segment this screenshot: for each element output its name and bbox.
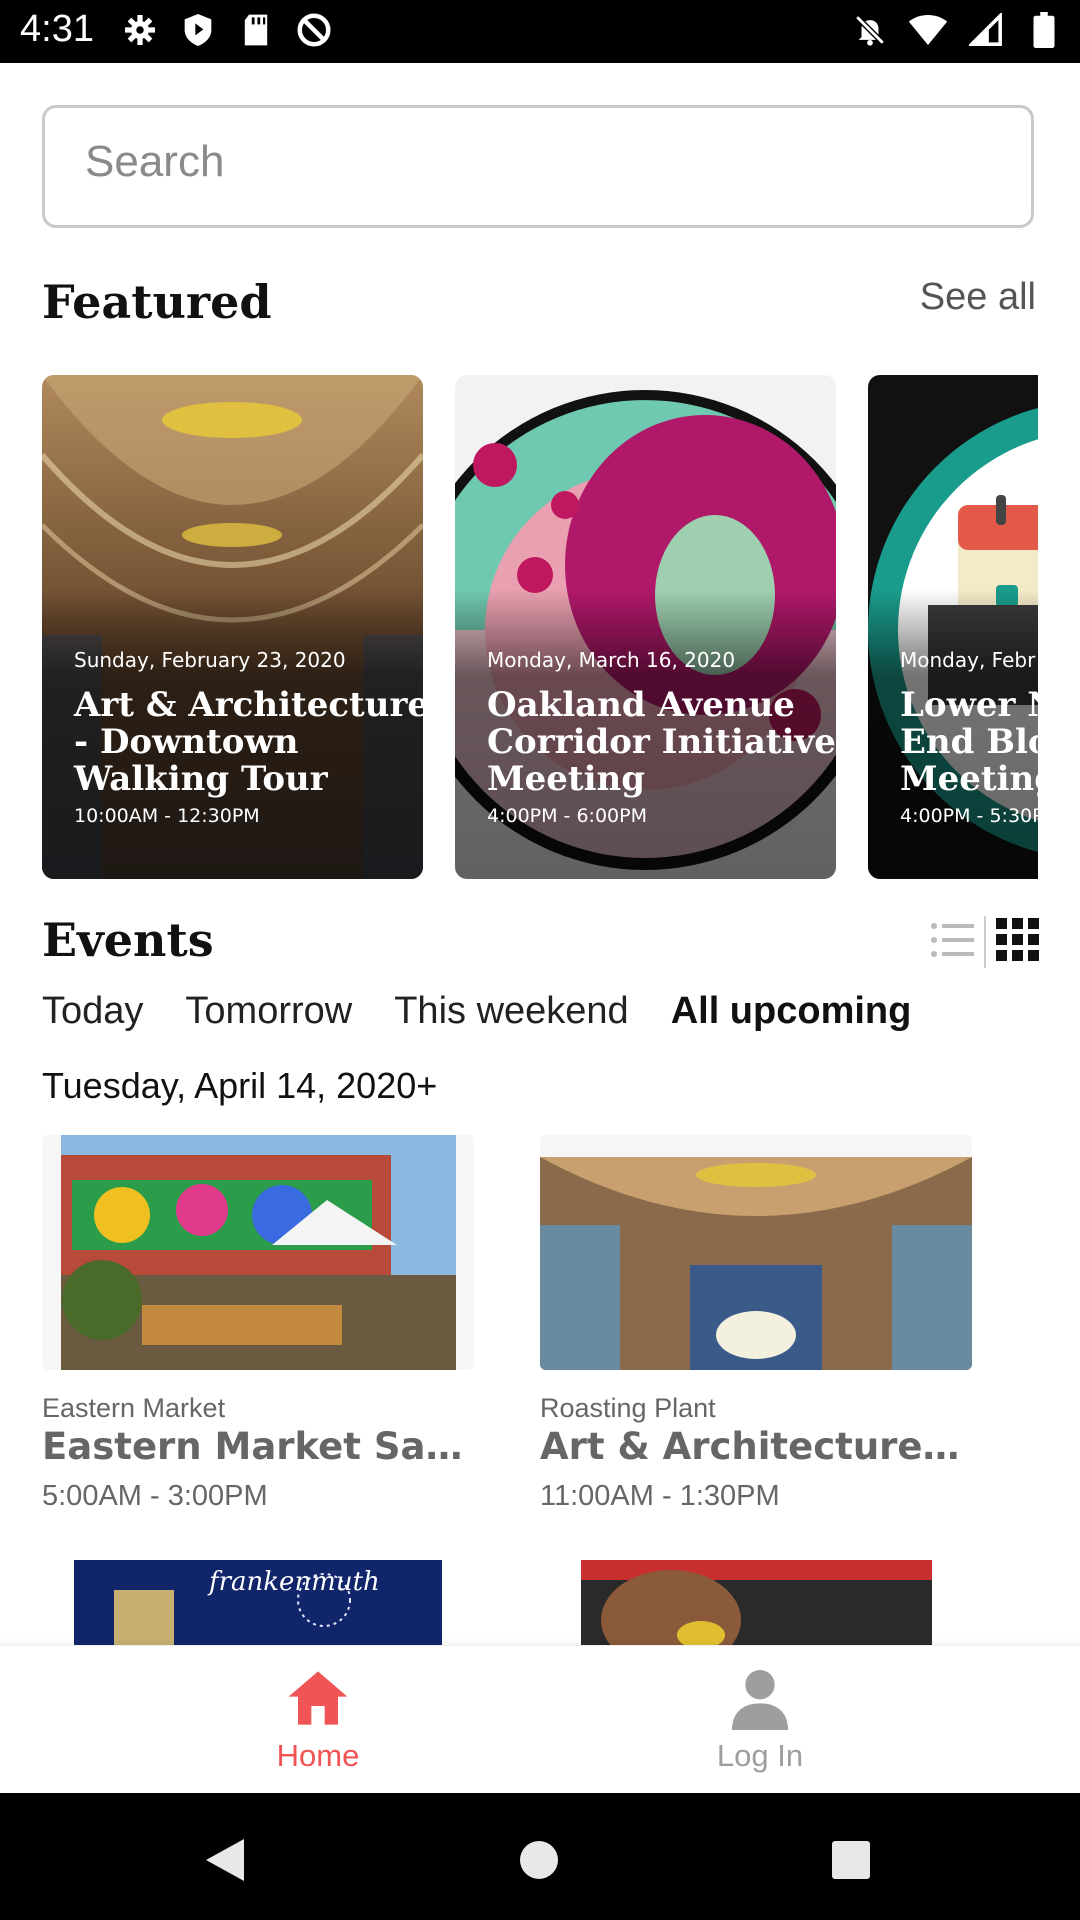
- featured-date: Sunday, February 23, 2020: [74, 648, 346, 672]
- sd-card-icon: [236, 10, 276, 50]
- eating-contest-image: [581, 1560, 932, 1645]
- nav-home-label: Home: [276, 1738, 360, 1773]
- tab-this-weekend[interactable]: This weekend: [394, 990, 628, 1033]
- event-thumbnail: [42, 1135, 474, 1370]
- search-input[interactable]: [83, 136, 967, 188]
- wifi-icon: [908, 10, 948, 50]
- event-title: Eastern Market Satur...: [42, 1425, 474, 1468]
- signal-icon: [966, 10, 1006, 50]
- person-icon: [732, 1670, 788, 1730]
- shield-play-icon: [178, 10, 218, 50]
- featured-carousel[interactable]: Sunday, February 23, 2020 Art & Architec…: [42, 375, 1038, 879]
- home-icon: [288, 1671, 348, 1725]
- bottom-nav: Home Log In: [0, 1645, 1080, 1794]
- nav-home[interactable]: Home: [218, 1666, 418, 1774]
- date-heading: Tuesday, April 14, 2020+: [42, 1065, 438, 1106]
- frankenmuth-text: frankenmuth: [207, 1567, 380, 1597]
- featured-title: Oakland Avenue Corridor Initiative Meeti…: [487, 685, 836, 799]
- bell-off-icon: [850, 10, 890, 50]
- market-image: [61, 1135, 456, 1370]
- featured-card[interactable]: Sunday, February 23, 2020 Art & Architec…: [42, 375, 423, 879]
- search-box[interactable]: [42, 105, 1034, 228]
- event-card[interactable]: Roasting Plant Art & Architecture - ... …: [540, 1135, 972, 1515]
- tab-tomorrow[interactable]: Tomorrow: [185, 990, 352, 1033]
- list-view-icon[interactable]: [930, 920, 974, 964]
- gear-icon: [120, 10, 160, 50]
- events-tabs: Today Tomorrow This weekend All upcoming: [42, 990, 911, 1033]
- frankenmuth-image: frankenmuth: [74, 1560, 442, 1645]
- tab-all-upcoming[interactable]: All upcoming: [671, 990, 912, 1033]
- featured-time: 4:00PM - 6:00PM: [487, 805, 647, 827]
- featured-date: Monday, March 16, 2020: [487, 648, 736, 672]
- featured-card[interactable]: Monday, Febr Lower N End Bloc Meeting 4:…: [868, 375, 1038, 879]
- at-sign-icon: [294, 10, 334, 50]
- event-venue: Roasting Plant: [540, 1393, 716, 1423]
- featured-time: 10:00AM - 12:30PM: [74, 805, 260, 827]
- featured-card[interactable]: Monday, March 16, 2020 Oakland Avenue Co…: [455, 375, 836, 879]
- featured-title: Art & Architecture - Downtown Walking To…: [74, 685, 423, 799]
- event-card[interactable]: Eastern Market Eastern Market Satur... 5…: [42, 1135, 474, 1515]
- event-thumbnail-partial[interactable]: [581, 1560, 932, 1645]
- event-time: 11:00AM - 1:30PM: [540, 1480, 780, 1512]
- back-icon[interactable]: [204, 1837, 246, 1883]
- featured-date: Monday, Febr: [900, 648, 1036, 672]
- system-nav-bar: [0, 1793, 1080, 1920]
- architecture-interior-image: [540, 1157, 972, 1370]
- tab-today[interactable]: Today: [42, 990, 143, 1033]
- featured-title: Lower N End Bloc Meeting: [900, 685, 1038, 799]
- home-circle-icon[interactable]: [519, 1840, 559, 1880]
- toggle-divider: [984, 916, 986, 968]
- nav-log-in-label: Log In: [716, 1738, 804, 1773]
- nav-log-in[interactable]: Log In: [660, 1666, 860, 1774]
- event-time: 5:00AM - 3:00PM: [42, 1480, 268, 1512]
- event-thumbnail-partial[interactable]: frankenmuth: [74, 1560, 442, 1645]
- grid-view-icon[interactable]: [996, 918, 1040, 966]
- status-bar: 4:31: [0, 0, 1080, 63]
- status-time: 4:31: [20, 8, 94, 50]
- battery-icon: [1024, 10, 1064, 50]
- recents-icon[interactable]: [831, 1840, 871, 1880]
- event-title: Art & Architecture - ...: [540, 1425, 972, 1468]
- featured-heading: Featured: [42, 275, 272, 329]
- event-venue: Eastern Market: [42, 1393, 226, 1423]
- see-all-link[interactable]: See all: [920, 276, 1036, 319]
- featured-time: 4:00PM - 5:30P: [900, 805, 1038, 827]
- event-thumbnail: [540, 1135, 972, 1370]
- view-toggle: [930, 916, 1040, 968]
- events-heading: Events: [42, 913, 214, 967]
